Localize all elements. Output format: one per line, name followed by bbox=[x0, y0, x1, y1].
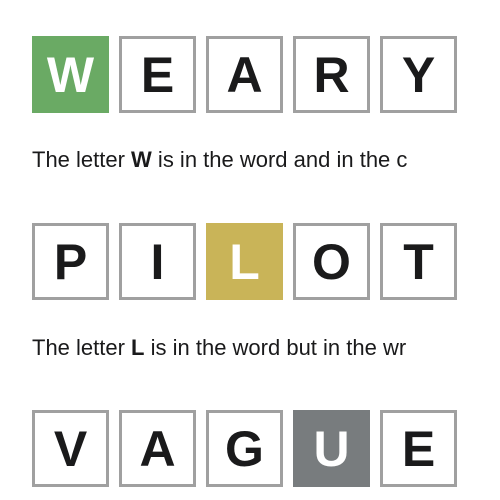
letter-tile: E bbox=[380, 410, 457, 487]
explanation-letter: L bbox=[131, 335, 145, 360]
letter-tile: W bbox=[32, 36, 109, 113]
letter-tile: R bbox=[293, 36, 370, 113]
letter-tile: P bbox=[32, 223, 109, 300]
letter-tile: E bbox=[119, 36, 196, 113]
explanation-present: The letter L is in the word but in the w… bbox=[32, 335, 406, 361]
explanation-prefix: The letter bbox=[32, 147, 132, 172]
explanation-suffix: is in the word but in the wr bbox=[144, 335, 407, 360]
letter-tile: V bbox=[32, 410, 109, 487]
example-row-pilot: P I L O T bbox=[32, 223, 457, 300]
letter-tile: I bbox=[119, 223, 196, 300]
letter-tile: A bbox=[119, 410, 196, 487]
example-row-vague: V A G U E bbox=[32, 410, 457, 487]
explanation-suffix: is in the word and in the c bbox=[151, 147, 408, 172]
explanation-letter: W bbox=[131, 147, 152, 172]
letter-tile: T bbox=[380, 223, 457, 300]
letter-tile: O bbox=[293, 223, 370, 300]
letter-tile: A bbox=[206, 36, 283, 113]
explanation-correct: The letter W is in the word and in the c bbox=[32, 147, 407, 173]
how-to-play-examples: W E A R Y The letter W is in the word an… bbox=[0, 0, 500, 500]
explanation-prefix: The letter bbox=[32, 335, 132, 360]
letter-tile: U bbox=[293, 410, 370, 487]
letter-tile: L bbox=[206, 223, 283, 300]
letter-tile: Y bbox=[380, 36, 457, 113]
example-row-weary: W E A R Y bbox=[32, 36, 457, 113]
letter-tile: G bbox=[206, 410, 283, 487]
